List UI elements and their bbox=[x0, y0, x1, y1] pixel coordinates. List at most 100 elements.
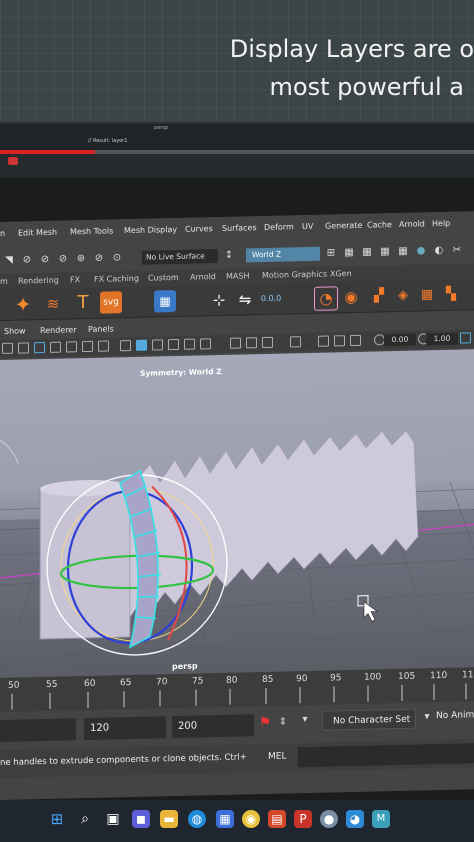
panel-menu-show[interactable]: Show bbox=[4, 326, 26, 335]
deform-icon[interactable]: ◔ bbox=[314, 286, 338, 311]
field-chart-icon[interactable] bbox=[82, 340, 93, 353]
render-settings-icon[interactable]: ▦ bbox=[396, 245, 410, 259]
menu-item-curves[interactable]: Curves bbox=[185, 224, 213, 234]
search-icon[interactable]: ⌕ bbox=[76, 810, 94, 828]
grid-array-icon[interactable]: ▦ bbox=[416, 284, 438, 306]
menu-item-cache[interactable]: Cache bbox=[367, 220, 392, 230]
menu-item-partial[interactable]: n bbox=[0, 229, 5, 238]
exposure-field[interactable]: 0.00 bbox=[384, 333, 416, 347]
select-by-hierarchy-icon[interactable]: ◥ bbox=[2, 254, 16, 268]
chrome-icon[interactable]: ◉ bbox=[242, 810, 260, 828]
gamma-field[interactable]: 1.00 bbox=[426, 332, 458, 346]
file-explorer-icon[interactable]: ▬ bbox=[160, 810, 178, 828]
anim-layer-arrow-icon[interactable]: ▾ bbox=[420, 710, 434, 724]
wireframe-icon[interactable] bbox=[120, 340, 131, 352]
blocks-icon[interactable]: ▞ bbox=[368, 285, 390, 307]
value-display[interactable]: 0.0,0 bbox=[260, 288, 282, 310]
textured-icon[interactable] bbox=[168, 338, 179, 351]
symmetry-dropdown[interactable]: World Z bbox=[246, 246, 320, 263]
tab-fx-caching[interactable]: FX Caching bbox=[94, 274, 139, 284]
camera-icon[interactable] bbox=[18, 342, 29, 354]
use-lights-icon[interactable] bbox=[184, 338, 195, 350]
menu-item-surfaces[interactable]: Surfaces bbox=[222, 223, 257, 233]
safe-action-icon[interactable] bbox=[98, 340, 109, 352]
end-frame-field[interactable]: 120 bbox=[84, 716, 166, 741]
tab-arnold[interactable]: Arnold bbox=[190, 272, 216, 282]
snap-to-view-icon[interactable]: ⊘ bbox=[92, 252, 106, 266]
start-frame-field[interactable] bbox=[0, 718, 76, 742]
menu-item-generate[interactable]: Generate bbox=[325, 221, 362, 231]
chat-icon[interactable]: ◼ bbox=[132, 810, 150, 828]
hud-icon[interactable] bbox=[334, 335, 345, 347]
layout-icon[interactable] bbox=[2, 342, 13, 354]
render-frame-icon[interactable]: ▦ bbox=[342, 246, 356, 260]
menu-item-mesh-display[interactable]: Mesh Display bbox=[124, 225, 177, 235]
menu-item-uv[interactable]: UV bbox=[302, 222, 313, 231]
tab-rendering[interactable]: Rendering bbox=[18, 276, 59, 286]
key-icon[interactable]: ⇕ bbox=[276, 715, 290, 729]
svg-tool-icon[interactable]: svg bbox=[100, 291, 122, 314]
wireframe-on-shaded-icon[interactable] bbox=[152, 339, 163, 351]
isolate-select-icon[interactable] bbox=[290, 336, 301, 348]
render-view-icon[interactable]: ◐ bbox=[432, 244, 446, 258]
hypershade-icon[interactable]: ● bbox=[414, 244, 428, 258]
xray-joints-icon[interactable] bbox=[246, 337, 257, 349]
character-set-arrow-icon[interactable]: ▾ bbox=[298, 713, 312, 727]
snap-to-grid-icon[interactable]: ⊘ bbox=[38, 253, 52, 267]
xray-icon[interactable] bbox=[230, 337, 241, 349]
panel-menu-panels[interactable]: Panels bbox=[88, 324, 114, 334]
resolution-gate-icon[interactable] bbox=[50, 341, 61, 353]
anim-layer-dropdown[interactable]: No Anim bbox=[436, 705, 474, 726]
sparkle-icon[interactable]: ✦ bbox=[12, 292, 34, 316]
office-icon[interactable]: ▤ bbox=[268, 810, 286, 828]
symmetry-arrows-icon[interactable]: ↕ bbox=[222, 249, 236, 263]
grid-tool-icon[interactable]: ▦ bbox=[154, 290, 176, 313]
lasso-select-icon[interactable]: ⊘ bbox=[20, 253, 34, 267]
ipr-render-icon[interactable]: ▦ bbox=[378, 245, 392, 259]
edge-browser-icon[interactable]: ◍ bbox=[188, 810, 206, 828]
tab-mash[interactable]: MASH bbox=[226, 271, 249, 281]
smooth-icon[interactable]: ◉ bbox=[340, 286, 362, 308]
connect-icon[interactable]: ⇋ bbox=[234, 288, 256, 310]
film-gate-icon[interactable] bbox=[34, 341, 45, 354]
mel-label[interactable]: MEL bbox=[268, 751, 286, 761]
auto-key-icon[interactable]: ⚑ bbox=[258, 715, 272, 731]
character-set-dropdown[interactable]: No Character Set bbox=[322, 708, 416, 731]
viewport-persp[interactable]: Symmetry: World Z persp bbox=[0, 349, 474, 678]
tab-fx[interactable]: FX bbox=[70, 275, 80, 284]
tools-icon[interactable]: ✂ bbox=[450, 243, 464, 257]
tab-custom[interactable]: Custom bbox=[148, 273, 179, 283]
menu-item-help[interactable]: Help bbox=[432, 219, 450, 228]
render-sequence-icon[interactable]: ▦ bbox=[360, 246, 374, 260]
tab-xgen[interactable]: XGen bbox=[330, 269, 352, 278]
snap-to-point-icon[interactable]: ⊛ bbox=[74, 252, 88, 266]
type-tool-icon[interactable]: T bbox=[72, 292, 94, 314]
maya-taskbar-icon[interactable]: M bbox=[372, 810, 390, 828]
mel-command-input[interactable] bbox=[298, 743, 474, 768]
color-management-icon[interactable] bbox=[460, 332, 471, 344]
pattern-icon[interactable]: ◈ bbox=[392, 285, 414, 307]
discord-icon[interactable]: ◕ bbox=[346, 810, 364, 828]
powerpoint-icon[interactable]: P bbox=[294, 810, 312, 828]
shadows-icon[interactable] bbox=[200, 338, 211, 350]
task-view-icon[interactable]: ▣ bbox=[104, 810, 122, 828]
menu-item-deform[interactable]: Deform bbox=[264, 222, 294, 232]
menu-item-edit-mesh[interactable]: Edit Mesh bbox=[18, 228, 57, 238]
video-progress-bar[interactable] bbox=[0, 150, 474, 154]
tab-motion-graphics[interactable]: Motion Graphics bbox=[262, 270, 327, 280]
grid-toggle-icon[interactable] bbox=[318, 335, 329, 347]
snap-to-curve-icon[interactable]: ⊘ bbox=[56, 252, 70, 266]
wave-icon[interactable]: ≋ bbox=[42, 293, 64, 315]
max-frame-field[interactable]: 200 bbox=[172, 714, 254, 739]
menu-item-arnold[interactable]: Arnold bbox=[399, 219, 425, 229]
start-menu-icon[interactable]: ⊞ bbox=[48, 810, 66, 828]
app-icon[interactable]: ● bbox=[320, 810, 338, 828]
make-live-icon[interactable]: ⊙ bbox=[110, 251, 124, 265]
gate-mask-icon[interactable] bbox=[66, 341, 77, 353]
live-surface-field[interactable]: No Live Surface bbox=[142, 249, 218, 265]
smooth-shade-icon[interactable] bbox=[136, 339, 147, 351]
transform-icon[interactable]: ⊹ bbox=[208, 289, 230, 311]
store-icon[interactable]: ▦ bbox=[216, 810, 234, 828]
panel-menu-renderer[interactable]: Renderer bbox=[40, 325, 77, 335]
scatter-icon[interactable]: ▚ bbox=[440, 284, 462, 306]
